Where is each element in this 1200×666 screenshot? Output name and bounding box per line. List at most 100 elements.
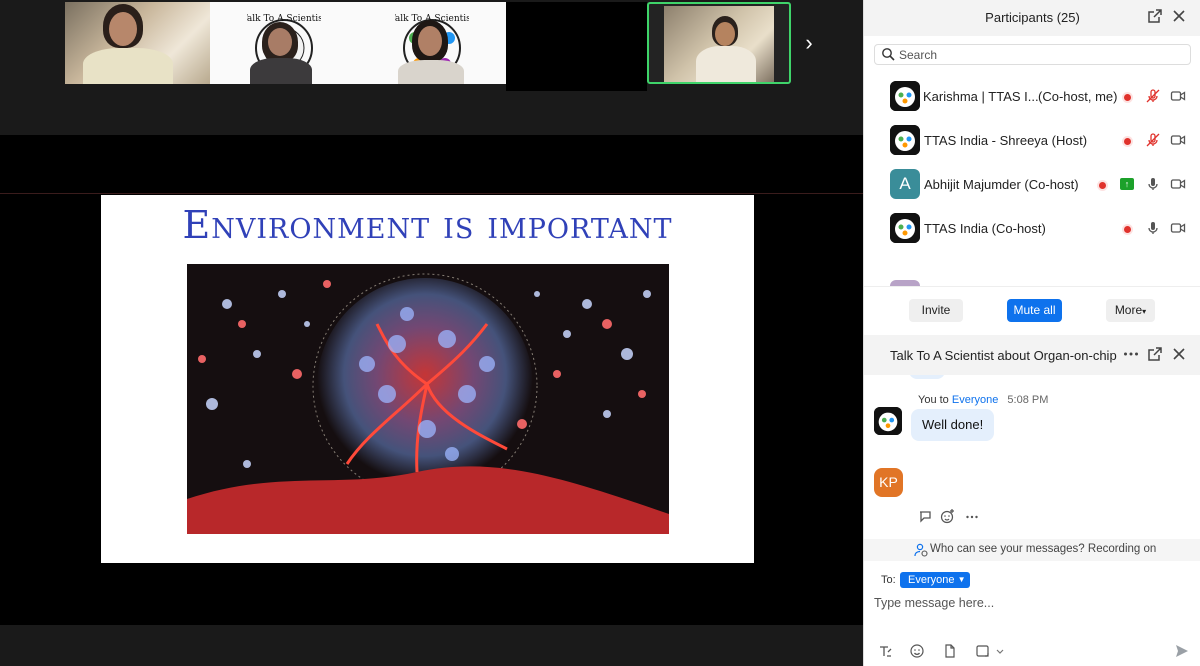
mic-icon[interactable] bbox=[1145, 220, 1161, 236]
avatar bbox=[874, 407, 902, 435]
avatar bbox=[890, 81, 920, 111]
chat-messages: You to Everyone 5:08 PM Well done! KP bbox=[864, 375, 1200, 539]
participant-row[interactable]: TTAS India (Co-host) bbox=[864, 206, 1200, 250]
participant-name: Abhijit Majumder (Co-host) bbox=[924, 177, 1079, 192]
mic-icon[interactable] bbox=[1145, 176, 1161, 192]
participant-body bbox=[398, 60, 464, 84]
search-input[interactable] bbox=[899, 46, 1179, 63]
chat-toolbar bbox=[864, 640, 1200, 664]
recipient-select[interactable]: Everyone ▼ bbox=[900, 572, 971, 588]
chevron-down-icon[interactable] bbox=[995, 643, 1005, 659]
search-icon bbox=[882, 48, 895, 61]
participants-actions: Invite Mute all More▾ bbox=[864, 286, 1200, 334]
presentation-slide: Environment is important bbox=[101, 195, 754, 563]
avatar: KP bbox=[874, 468, 903, 497]
participant-face bbox=[715, 22, 735, 46]
chat-visibility-notice[interactable]: Who can see your messages? Recording on bbox=[864, 539, 1200, 561]
participant-body bbox=[696, 46, 756, 82]
slide-title: Environment is important bbox=[182, 203, 673, 247]
video-camera-icon[interactable] bbox=[1170, 220, 1186, 236]
pop-out-icon[interactable] bbox=[1146, 346, 1164, 364]
more-label: More bbox=[1114, 303, 1143, 317]
video-tile-participant-3[interactable]: Talk To A Scientist bbox=[358, 2, 506, 84]
mic-muted-icon[interactable] bbox=[1145, 132, 1161, 148]
video-tile-participant-4[interactable] bbox=[506, 2, 647, 91]
participant-body bbox=[83, 48, 173, 84]
screenshot-icon[interactable] bbox=[975, 643, 991, 659]
avatar bbox=[890, 125, 920, 155]
spheroid-illustration bbox=[187, 264, 669, 534]
meeting-area: Talk To A Scientist Talk To A Scientist bbox=[0, 0, 863, 666]
video-camera-icon[interactable] bbox=[1170, 88, 1186, 104]
participant-name: TTAS India (Co-host) bbox=[924, 221, 1046, 236]
chevron-down-icon: ▾ bbox=[1142, 307, 1147, 316]
caret-down-icon: ▼ bbox=[957, 575, 966, 584]
message-time: 5:08 PM bbox=[1007, 394, 1049, 406]
message-recipient[interactable]: Everyone bbox=[952, 394, 998, 406]
emoji-icon[interactable] bbox=[909, 643, 925, 659]
screen-share-icon: ↑ bbox=[1120, 178, 1134, 190]
mic-muted-icon[interactable] bbox=[1145, 88, 1161, 104]
speaker-video bbox=[664, 6, 774, 82]
avatar bbox=[890, 213, 920, 243]
participant-name: TTAS India - Shreeya (Host) bbox=[924, 133, 1088, 148]
ttas-logo-icon bbox=[890, 125, 920, 155]
recording-indicator bbox=[1124, 138, 1131, 145]
chat-title: Talk To A Scientist about Organ-on-chip bbox=[890, 348, 1117, 363]
participant-face bbox=[268, 28, 292, 56]
message-to-word: to bbox=[939, 394, 949, 406]
video-tile-participant-1[interactable] bbox=[65, 2, 210, 84]
format-text-icon[interactable] bbox=[877, 643, 893, 659]
recipient-value: Everyone bbox=[908, 574, 955, 586]
close-icon[interactable] bbox=[1170, 8, 1188, 26]
video-camera-icon[interactable] bbox=[1170, 176, 1186, 192]
participants-header: Participants (25) bbox=[864, 0, 1200, 36]
more-options-icon[interactable] bbox=[964, 508, 980, 524]
ttas-logo-icon bbox=[890, 213, 920, 243]
participant-body bbox=[250, 58, 312, 84]
zoom-window: Talk To A Scientist Talk To A Scientist bbox=[0, 0, 1200, 666]
participant-row[interactable]: TTAS India - Shreeya (Host) bbox=[864, 118, 1200, 162]
meeting-bottom-strip bbox=[0, 625, 863, 666]
video-thumbnail-strip: Talk To A Scientist Talk To A Scientist bbox=[0, 0, 863, 135]
file-icon[interactable] bbox=[942, 643, 958, 659]
recipient-row: To: Everyone ▼ bbox=[864, 569, 1200, 591]
more-options-icon[interactable] bbox=[1122, 346, 1140, 364]
notice-text: Who can see your messages? Recording on bbox=[930, 543, 1157, 555]
participant-search[interactable] bbox=[874, 44, 1191, 65]
video-tile-participant-2[interactable]: Talk To A Scientist bbox=[210, 2, 358, 84]
video-camera-icon[interactable] bbox=[1170, 132, 1186, 148]
invite-button[interactable]: Invite bbox=[909, 299, 963, 322]
avatar: A bbox=[890, 169, 920, 199]
mute-all-button[interactable]: Mute all bbox=[1007, 299, 1062, 322]
chevron-right-icon[interactable]: › bbox=[798, 30, 820, 56]
participant-list: Karishma | TTAS I... (Co-host, me) TTAS … bbox=[864, 74, 1200, 286]
recording-indicator bbox=[1124, 226, 1131, 233]
participant-row[interactable]: A Abhijit Majumder (Co-host) ↑ bbox=[864, 162, 1200, 206]
ttas-logo-icon bbox=[874, 407, 902, 435]
divider bbox=[0, 193, 863, 194]
pop-out-icon[interactable] bbox=[1146, 8, 1164, 26]
to-label: To: bbox=[881, 574, 896, 586]
slide-image-cell-spheroid bbox=[187, 264, 669, 534]
recording-indicator bbox=[1124, 94, 1131, 101]
shared-screen: Environment is important bbox=[0, 135, 863, 625]
close-icon[interactable] bbox=[1170, 346, 1188, 364]
participant-face bbox=[418, 26, 442, 56]
previous-message-bubble bbox=[909, 375, 945, 379]
message-meta: You to Everyone 5:08 PM bbox=[918, 394, 1048, 406]
recording-indicator bbox=[1099, 182, 1106, 189]
participant-role: (Co-host, me) bbox=[1038, 89, 1118, 104]
message-input[interactable] bbox=[874, 593, 1184, 613]
send-icon[interactable] bbox=[1174, 643, 1190, 659]
video-tile-active-speaker[interactable] bbox=[647, 2, 791, 84]
participant-face bbox=[109, 12, 137, 46]
chat-header: Talk To A Scientist about Organ-on-chip bbox=[864, 335, 1200, 375]
more-button[interactable]: More▾ bbox=[1106, 299, 1155, 322]
side-panel: Participants (25) Karishma | TTAS I... (… bbox=[863, 0, 1200, 666]
add-reaction-icon[interactable] bbox=[940, 508, 956, 524]
message-bubble: Well done! bbox=[911, 409, 995, 441]
participant-row[interactable]: Karishma | TTAS I... (Co-host, me) bbox=[864, 74, 1200, 118]
reply-icon[interactable] bbox=[918, 508, 934, 524]
person-visibility-icon bbox=[914, 543, 928, 557]
